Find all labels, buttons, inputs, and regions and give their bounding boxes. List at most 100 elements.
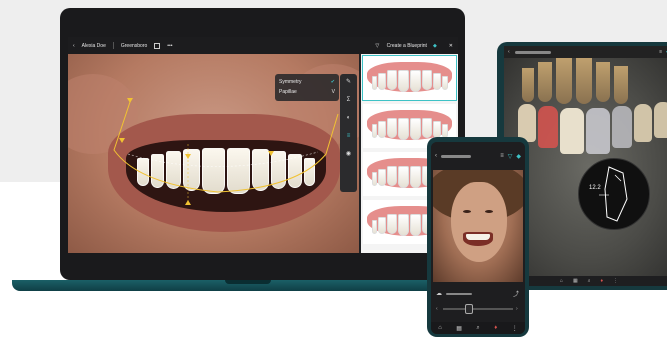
tooth-logo-icon[interactable]: ◆ [433, 43, 437, 49]
symmetry-option[interactable]: Symmetry ✔ [279, 77, 335, 87]
square-icon [154, 42, 161, 49]
gallery-icon[interactable]: ▦ [456, 325, 462, 332]
back-button[interactable]: ‹ [73, 43, 75, 49]
tooth [378, 73, 386, 90]
home-icon[interactable]: ⌂ [560, 278, 563, 284]
slider-right-arrow-icon[interactable]: › [516, 306, 518, 312]
tooth [378, 169, 386, 186]
tooth-crown [634, 104, 652, 142]
tooth [371, 220, 378, 234]
phone-controls: ☁ ⤴ ‹ › [431, 282, 525, 322]
comparison-slider-track[interactable] [443, 308, 513, 310]
scan-icon[interactable]: Σ [344, 96, 353, 105]
more-button[interactable]: ••• [167, 43, 172, 49]
papillae-option[interactable]: Papillae V [279, 87, 335, 97]
tooth-icon[interactable]: ♦ [494, 325, 497, 331]
wrench-icon[interactable]: ✎ [344, 78, 353, 87]
tooth-root [522, 68, 534, 102]
home-icon[interactable]: ⌂ [438, 325, 442, 331]
tooth-logo-icon[interactable]: ◆ [516, 153, 521, 160]
tooth-root [556, 58, 572, 104]
create-blueprint-button[interactable]: ▽ Create a Blueprint [369, 43, 427, 49]
variant-thumbnail[interactable] [362, 55, 457, 101]
tooth [378, 217, 386, 234]
topbar-divider [112, 42, 114, 49]
progress-bar [446, 293, 472, 295]
tooth-crown-wireframe [612, 106, 632, 148]
filter-icon: ▽ [375, 42, 380, 49]
guide-handle[interactable] [185, 200, 191, 205]
search-icon[interactable]: ⌕ [476, 325, 479, 332]
tooth-crown-highlighted[interactable] [538, 106, 558, 148]
more-icon[interactable]: ⋮ [613, 278, 618, 284]
phone-bottom-nav: ⌂ ▦ ⌕ ♦ ⋮ [431, 322, 525, 334]
comparison-slider-handle[interactable] [465, 304, 473, 314]
tooth-root [596, 62, 610, 102]
tooth-root [576, 58, 592, 104]
close-button[interactable]: ✕ [443, 43, 453, 49]
cloud-icon[interactable]: ☁ [436, 290, 442, 297]
create-blueprint-label: Create a Blueprint [386, 42, 427, 49]
tooth [371, 124, 378, 138]
tooth [410, 118, 422, 140]
back-button[interactable]: ‹ [435, 153, 437, 159]
tooth [422, 70, 433, 90]
symmetry-label: Symmetry [279, 79, 302, 85]
smile-curve-line [113, 101, 339, 193]
tooth [433, 73, 441, 90]
tooth [441, 124, 448, 138]
more-dots-icon: ••• [167, 42, 173, 49]
tooth [422, 118, 433, 138]
more-icon[interactable]: ⋮ [512, 325, 518, 332]
share-icon[interactable]: ⤴ [513, 289, 519, 298]
tooth [397, 166, 409, 188]
eye [485, 210, 493, 213]
tooth [441, 76, 448, 90]
title-placeholder-bar [441, 154, 471, 158]
guide-handle[interactable] [268, 151, 274, 156]
guide-handle[interactable] [119, 138, 125, 143]
patient-info-button[interactable] [154, 42, 161, 49]
tooth [410, 214, 422, 236]
cross-section-drawing [599, 166, 628, 222]
gallery-icon[interactable]: ▦ [573, 278, 578, 284]
cross-section-inset[interactable] [578, 158, 650, 230]
filter-icon[interactable]: ≡ [500, 153, 504, 159]
thumb-teeth [371, 70, 448, 92]
teeth [466, 234, 490, 240]
tooth [386, 166, 397, 186]
face [451, 182, 507, 262]
back-button[interactable]: ‹ [508, 49, 510, 55]
funnel-icon[interactable]: ▽ [508, 153, 513, 160]
tooth-tool-icon[interactable]: ◐ [344, 114, 353, 123]
laptop-screen: ‹ Alexia Doe Greensboro ••• ▽ Create a B… [68, 37, 458, 253]
tooth [397, 118, 409, 140]
filter-icon[interactable]: ≡ [659, 49, 662, 55]
tooth [371, 76, 378, 90]
guide-handle[interactable] [127, 98, 133, 103]
tooth-icon[interactable]: ♦ [601, 278, 604, 284]
patient-portrait[interactable] [433, 170, 523, 282]
tooth [410, 166, 422, 188]
chevron-left-icon: ‹ [73, 42, 75, 49]
guide-handle[interactable] [185, 154, 191, 159]
tooth [386, 118, 397, 138]
tooth [386, 70, 397, 90]
tooth [410, 70, 422, 92]
search-icon[interactable]: ⌕ [588, 278, 591, 284]
topbar-right: ▽ Create a Blueprint ◆ ✕ [363, 37, 453, 54]
laptop-topbar: ‹ Alexia Doe Greensboro ••• ▽ Create a B… [68, 37, 458, 54]
smile-photo-canvas[interactable]: Symmetry ✔ Papillae V ✎ Σ ◐ ≡ ◉ [68, 54, 359, 253]
papillae-label: Papillae [279, 89, 297, 95]
slider-left-arrow-icon[interactable]: ‹ [436, 306, 438, 312]
tooth [378, 121, 386, 138]
close-icon: ✕ [448, 42, 453, 49]
tooth-root [614, 66, 628, 104]
tooth [433, 121, 441, 138]
phone-topbar: ‹ ≡ ▽ ◆ [431, 142, 525, 170]
eye [463, 210, 471, 213]
tooth [397, 70, 409, 92]
checkmark-icon: V [331, 89, 335, 95]
eye-icon[interactable]: ◉ [344, 150, 353, 159]
layers-icon[interactable]: ≡ [344, 132, 353, 141]
